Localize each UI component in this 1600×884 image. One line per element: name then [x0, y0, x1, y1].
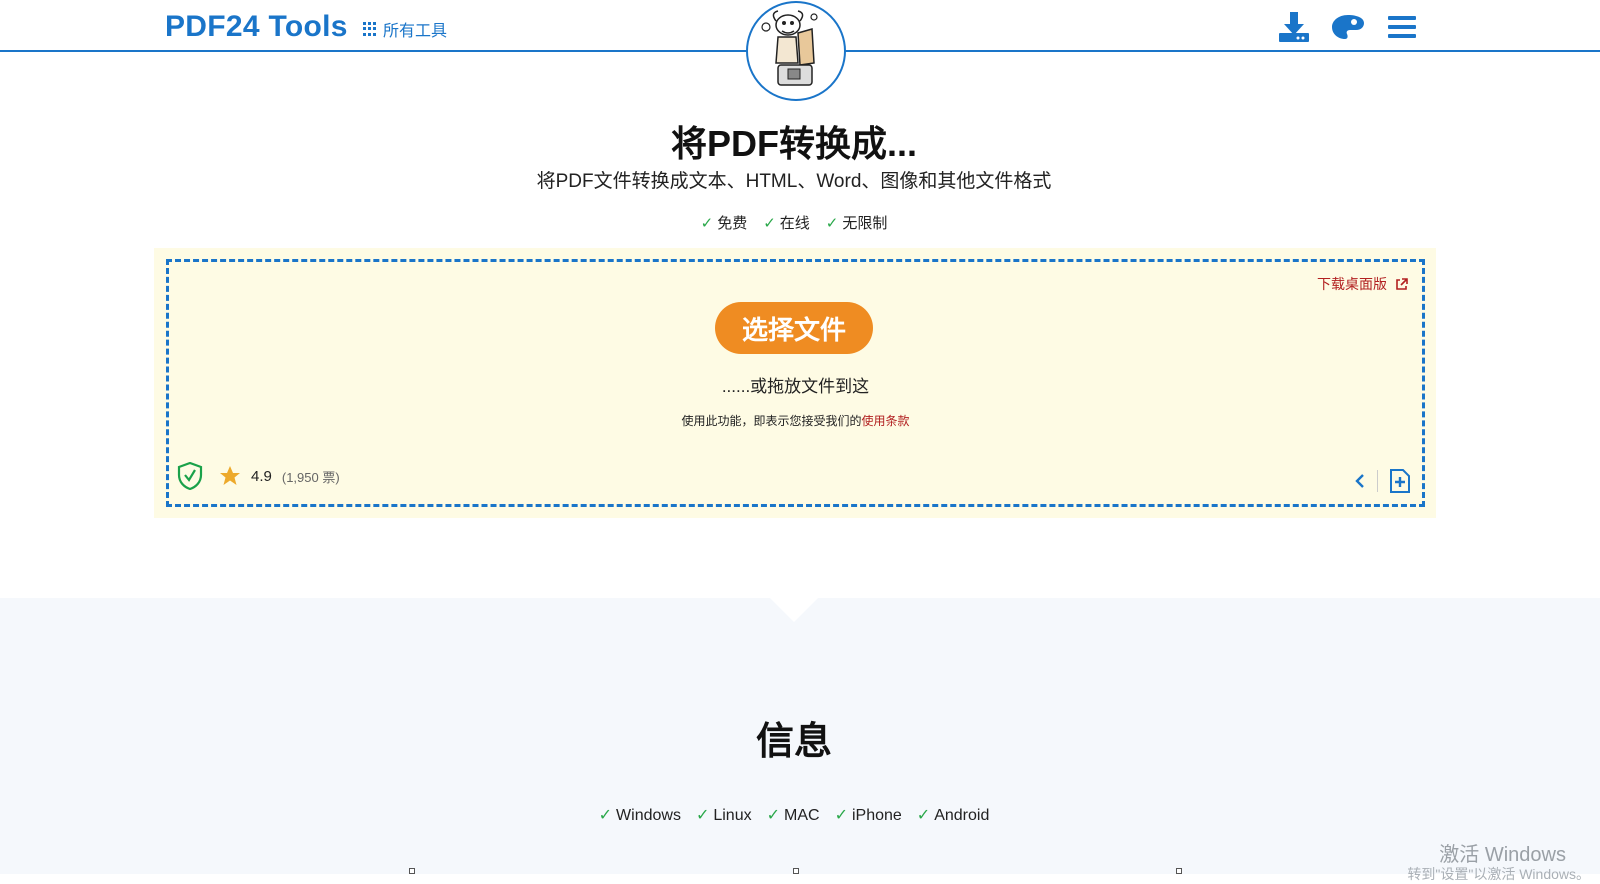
- add-file-icon[interactable]: [1388, 468, 1412, 494]
- page-subtitle: 将PDF文件转换成文本、HTML、Word、图像和其他文件格式: [536, 171, 1052, 192]
- info-title: 信息: [755, 719, 832, 763]
- windows-activation-hint: 转到"设置"以激活 Windows。: [1407, 866, 1590, 882]
- brand-logo[interactable]: PDF24 Tools: [165, 10, 348, 44]
- mascot-logo: [746, 1, 846, 101]
- check-icon: ✓: [763, 215, 776, 232]
- header-actions: [1276, 10, 1420, 44]
- terms-link[interactable]: 使用条款: [862, 414, 910, 428]
- rating-bar: 4.9 (1,950 票): [177, 462, 340, 490]
- platform-item: ✓ Linux: [695, 807, 752, 824]
- check-icon: ✓: [766, 807, 780, 824]
- divider: [1377, 470, 1378, 492]
- star-icon: [220, 466, 240, 485]
- download-desktop-link[interactable]: 下载桌面版: [1317, 274, 1408, 294]
- check-icon: ✓: [825, 215, 839, 232]
- carousel-dot: [409, 868, 415, 874]
- check-icon: ✓: [700, 215, 714, 232]
- terms-prefix: 使用此功能，即表示您接受我们的: [681, 414, 862, 428]
- section-notch: [770, 598, 818, 622]
- check-icon: ✓: [834, 807, 848, 824]
- platform-item: ✓ Windows: [598, 807, 681, 824]
- feature-item: ✓ 无限制: [825, 215, 888, 232]
- vote-count: (1,950 票): [281, 469, 340, 485]
- check-icon: ✓: [695, 807, 710, 824]
- platform-item: ✓ MAC: [766, 807, 820, 824]
- external-link-icon: [1396, 277, 1408, 290]
- file-drop-zone[interactable]: 下载桌面版 选择文件 ......或拖放文件到这 使用此功能，即表示您接受我们的…: [166, 259, 1425, 507]
- choose-file-button[interactable]: 选择文件: [715, 302, 873, 354]
- menu-icon[interactable]: [1384, 10, 1420, 44]
- rating-value: 4.9: [251, 467, 272, 485]
- carousel-dot: [793, 868, 799, 874]
- chevron-left-icon[interactable]: [1353, 473, 1367, 489]
- carousel-dot: [1176, 868, 1182, 874]
- feature-list: ✓ 免费 ✓ 在线 ✓ 无限制: [0, 212, 1588, 233]
- palette-icon[interactable]: [1330, 10, 1366, 44]
- feature-item: ✓ 免费: [700, 215, 748, 232]
- platform-list: ✓ Windows ✓ Linux ✓ MAC ✓ iPhone ✓ Android: [0, 805, 1588, 825]
- page-title: 将PDF转换成...: [670, 123, 917, 164]
- all-tools-label: 所有工具: [383, 23, 448, 40]
- all-tools-link[interactable]: 所有工具: [363, 17, 447, 41]
- check-icon: ✓: [598, 807, 613, 824]
- drop-hint: ......或拖放文件到这: [721, 377, 870, 396]
- windows-activation-watermark: 激活 Windows: [1439, 844, 1566, 866]
- feature-item: ✓ 在线: [763, 215, 810, 232]
- check-icon: ✓: [916, 807, 931, 824]
- download-desktop-label: 下载桌面版: [1317, 276, 1387, 292]
- download-icon[interactable]: [1276, 10, 1312, 44]
- zone-tools: [1353, 468, 1412, 494]
- platform-item: ✓ Android: [916, 807, 990, 824]
- grid-icon: [363, 22, 377, 36]
- terms-notice: 使用此功能，即表示您接受我们的使用条款: [169, 412, 1422, 429]
- shield-icon: [177, 462, 203, 490]
- platform-item: ✓ iPhone: [834, 807, 902, 824]
